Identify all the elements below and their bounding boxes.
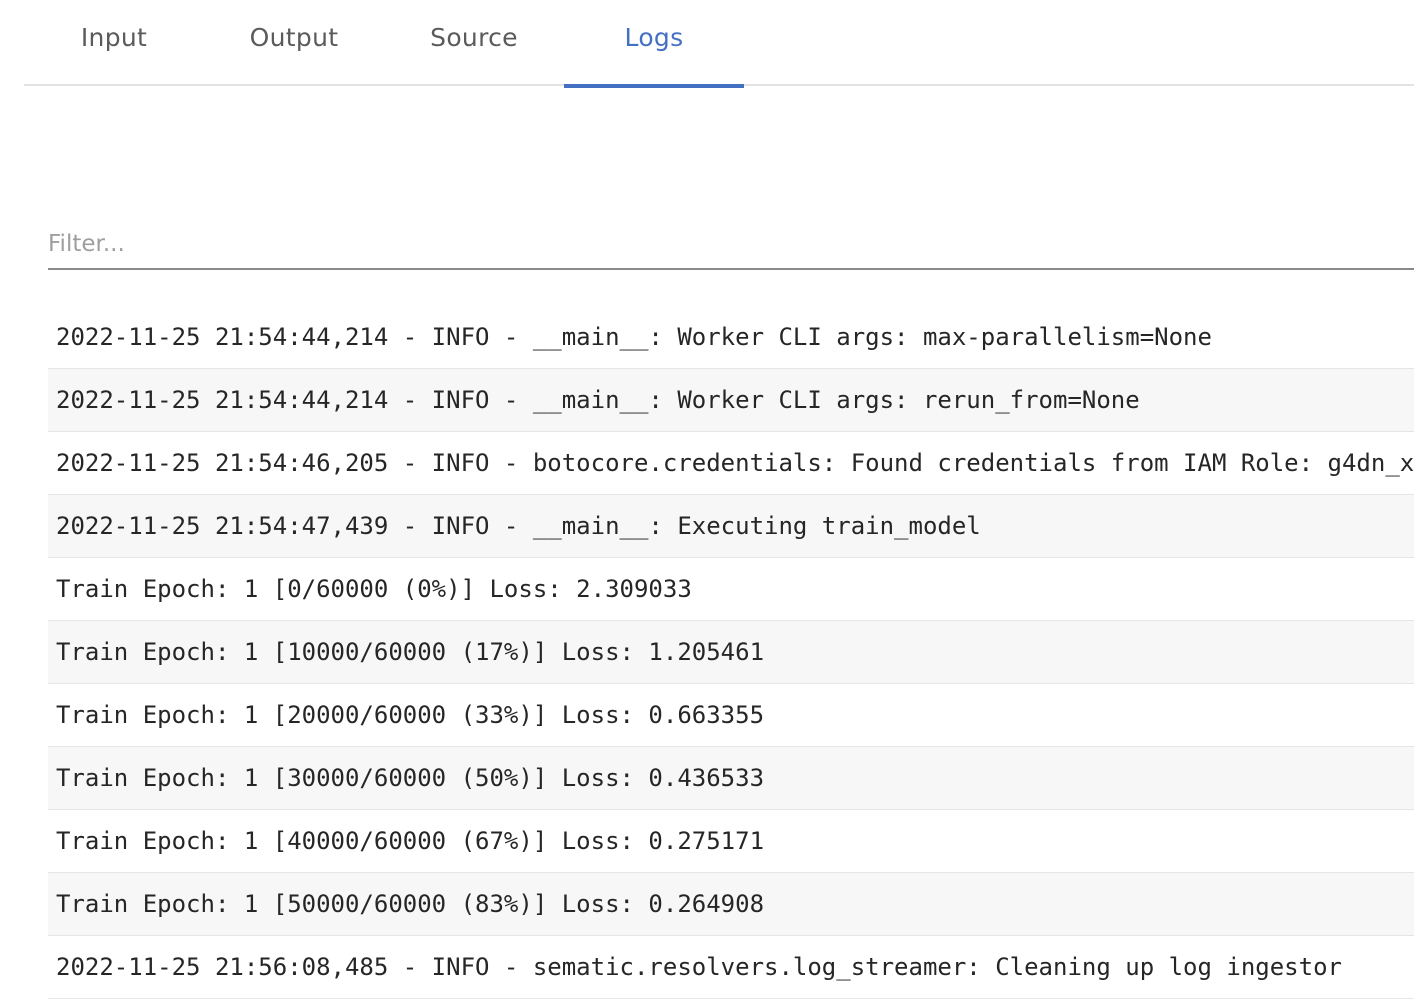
log-line: Train Epoch: 1 [30000/60000 (50%)] Loss:…: [48, 747, 1414, 810]
filter-field: [48, 222, 1414, 270]
tab-output[interactable]: Output: [204, 0, 384, 86]
tab-logs[interactable]: Logs: [564, 0, 744, 88]
tab-source[interactable]: Source: [384, 0, 564, 86]
tab-input[interactable]: Input: [24, 0, 204, 86]
log-line: 2022-11-25 21:54:46,205 - INFO - botocor…: [48, 432, 1414, 495]
log-list[interactable]: 2022-11-25 21:54:44,214 - INFO - __main_…: [48, 306, 1414, 1006]
log-line: 2022-11-25 21:54:47,439 - INFO - __main_…: [48, 495, 1414, 558]
log-line: Train Epoch: 1 [10000/60000 (17%)] Loss:…: [48, 621, 1414, 684]
log-line: Train Epoch: 1 [20000/60000 (33%)] Loss:…: [48, 684, 1414, 747]
log-line: 2022-11-25 21:54:44,214 - INFO - __main_…: [48, 369, 1414, 432]
log-line: Train Epoch: 1 [0/60000 (0%)] Loss: 2.30…: [48, 558, 1414, 621]
log-line: 2022-11-25 21:56:08,485 - INFO - sematic…: [48, 936, 1414, 999]
filter-input[interactable]: [48, 222, 1414, 266]
log-line: 2022-11-25 21:54:44,214 - INFO - __main_…: [48, 306, 1414, 369]
log-line: Train Epoch: 1 [50000/60000 (83%)] Loss:…: [48, 873, 1414, 936]
log-line: Train Epoch: 1 [40000/60000 (67%)] Loss:…: [48, 810, 1414, 873]
tab-bar: Input Output Source Logs: [24, 0, 1414, 88]
